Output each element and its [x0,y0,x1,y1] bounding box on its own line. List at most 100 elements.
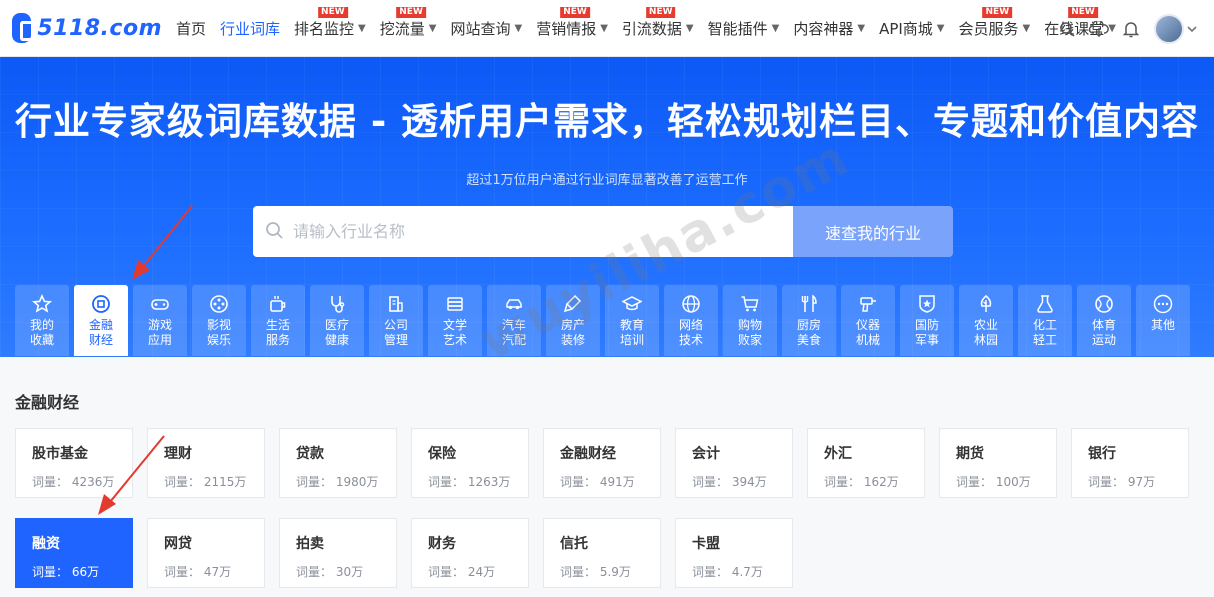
subcategory-card[interactable]: 信托 词量： 5.9万 [543,518,661,588]
category-tab[interactable]: 农业 林园 [959,285,1013,356]
subcategory-word-count: 词量： 1263万 [428,475,511,489]
search-icon[interactable] [1056,18,1078,40]
subcategory-card[interactable]: 期货 词量： 100万 [939,428,1057,498]
caret-down-icon: ▼ [1022,22,1031,34]
category-tab[interactable]: 国防 军事 [900,285,954,356]
category-tab[interactable]: 金融 财经 [74,285,128,356]
nav-item[interactable]: 行业词库 [220,0,280,57]
new-badge: NEW [645,6,676,18]
new-badge: NEW [396,6,426,18]
subcategory-card[interactable]: 银行 词量： 97万 [1071,428,1189,498]
subcategory-card[interactable]: 网贷 词量： 47万 [147,518,265,588]
category-label-line1: 体育 [1091,318,1116,332]
nav-item-label: 行业词库 [220,19,281,38]
category-label-line1: 我的 [29,318,54,332]
category-label-line1: 医疗 [324,318,349,332]
nav-item[interactable]: 智能插件 ▼ [708,0,780,57]
nav-item[interactable]: 网站查询 ▼ [450,0,522,57]
chevron-down-icon[interactable] [1186,18,1198,40]
search-industry-button[interactable]: 速查我的行业 [793,206,953,257]
category-tab[interactable]: 文学 艺术 [428,285,482,356]
nav-item[interactable]: 内容神器 ▼ [793,0,865,57]
nav-item[interactable]: 首页 [176,0,206,57]
category-tab[interactable]: 汽车 汽配 [487,285,541,356]
category-tab[interactable]: 房产 装修 [546,285,600,356]
nav-item[interactable]: 会员服务 ▼ NEW [959,0,1031,57]
nav-item[interactable]: API商城 ▼ [879,0,944,57]
hero-subtitle: 超过1万位用户通过行业词库显著改善了运营工作 [466,173,748,188]
cart-icon [740,294,760,314]
subcategory-card[interactable]: 外汇 词量： 162万 [807,428,925,498]
category-tab[interactable]: 教育 培训 [605,285,659,356]
nav-item-label: 智能插件 [707,19,768,38]
subcategory-card[interactable]: 财务 词量： 24万 [411,518,529,588]
user-avatar[interactable] [1154,13,1184,44]
brush-icon [563,294,583,314]
category-tabs: 我的 收藏 金融 财经 游戏 应用 影视 娱乐 生活 服务 医疗 健康 公司 管理 文学 艺术 汽车 汽配 房产 装修… [15,285,1190,356]
subcategory-card[interactable]: 金融财经 词量： 491万 [543,428,661,498]
category-label-line2: 机械 [855,333,880,347]
category-label-line2: 财经 [88,333,113,347]
site-logo[interactable]: 5118.com [12,13,162,43]
nav-item[interactable]: 引流数据 ▼ NEW [622,0,694,57]
subcategory-card[interactable]: 保险 词量： 1263万 [411,428,529,498]
subcategory-card[interactable]: 卡盟 词量： 4.7万 [675,518,793,588]
bell-icon[interactable] [1120,18,1142,40]
stethoscope-icon [327,294,347,314]
subcategory-card[interactable]: 会计 词量： 394万 [675,428,793,498]
category-label-line2: 军事 [914,333,939,347]
category-tab[interactable]: 其他 [1136,285,1190,356]
category-label-line2: 美食 [796,333,821,347]
subcategory-word-count: 词量： 47万 [164,565,232,579]
subcategory-card[interactable]: 拍卖 词量： 30万 [279,518,397,588]
category-tab[interactable]: 网络 技术 [664,285,718,356]
subcategory-card[interactable]: 融资 词量： 66万 [15,518,133,588]
category-tab[interactable]: 购物 败家 [723,285,777,356]
tree-icon [976,294,996,314]
nav-item-label: 首页 [176,19,207,38]
category-tab[interactable]: 医疗 健康 [310,285,364,356]
category-label-line1: 农业 [973,318,998,332]
more-icon [1153,294,1173,314]
category-label-line1: 国防 [914,318,939,332]
subcategory-word-count: 词量： 30万 [296,565,364,579]
building-icon [386,294,406,314]
gamepad-icon [150,294,170,314]
category-tab[interactable]: 仪器 机械 [841,285,895,356]
main-menu: 首页 行业词库 排名监控 ▼ NEW 挖流量 ▼ NEW 网站查询 ▼ 营销情报 ▼ NEW 引流数据 ▼ N… [162,0,1116,57]
subcategory-word-count: 词量： 394万 [692,475,767,489]
category-content: 金融财经 股市基金 词量： 4236万 理财 词量： 2115万 贷款 词量： 1980万… [0,357,1214,597]
cloud-download-icon[interactable] [1088,18,1110,40]
subcategory-word-count: 词量： 491万 [560,475,635,489]
category-tab[interactable]: 化工 轻工 [1018,285,1072,356]
logo-mark-icon [12,13,40,43]
subcategory-card[interactable]: 股市基金 词量： 4236万 [15,428,133,498]
industry-search-input[interactable] [293,222,753,241]
category-label-line2: 艺术 [442,333,467,347]
book-stack-icon [445,294,465,314]
car-icon [504,294,524,314]
logo-text: 5118.com [37,15,162,41]
category-label-line1: 金融 [88,318,113,332]
nav-item[interactable]: 营销情报 ▼ NEW [536,0,608,57]
nav-item-label: 引流数据 [621,19,682,38]
category-tab[interactable]: 公司 管理 [369,285,423,356]
category-label-line1: 化工 [1032,318,1057,332]
category-tab[interactable]: 影视 娱乐 [192,285,246,356]
nav-item[interactable]: 挖流量 ▼ NEW [380,0,436,57]
caret-down-icon: ▼ [514,22,523,34]
category-label-line2: 应用 [147,333,172,347]
subcategory-name: 银行 [1088,446,1116,462]
category-tab[interactable]: 体育 运动 [1077,285,1131,356]
category-tab[interactable]: 生活 服务 [251,285,305,356]
category-tab[interactable]: 游戏 应用 [133,285,187,356]
category-label-line2: 技术 [678,333,703,347]
subcategory-word-count: 词量： 4.7万 [692,565,763,579]
subcategory-card[interactable]: 理财 词量： 2115万 [147,428,265,498]
nav-item[interactable]: 排名监控 ▼ NEW [294,0,366,57]
top-nav: 5118.com 首页 行业词库 排名监控 ▼ NEW 挖流量 ▼ NEW 网站查询 ▼ 营销情报 ▼… [0,0,1214,57]
nav-tools [1046,0,1198,57]
subcategory-card[interactable]: 贷款 词量： 1980万 [279,428,397,498]
category-tab[interactable]: 厨房 美食 [782,285,836,356]
category-tab[interactable]: 我的 收藏 [15,285,69,356]
